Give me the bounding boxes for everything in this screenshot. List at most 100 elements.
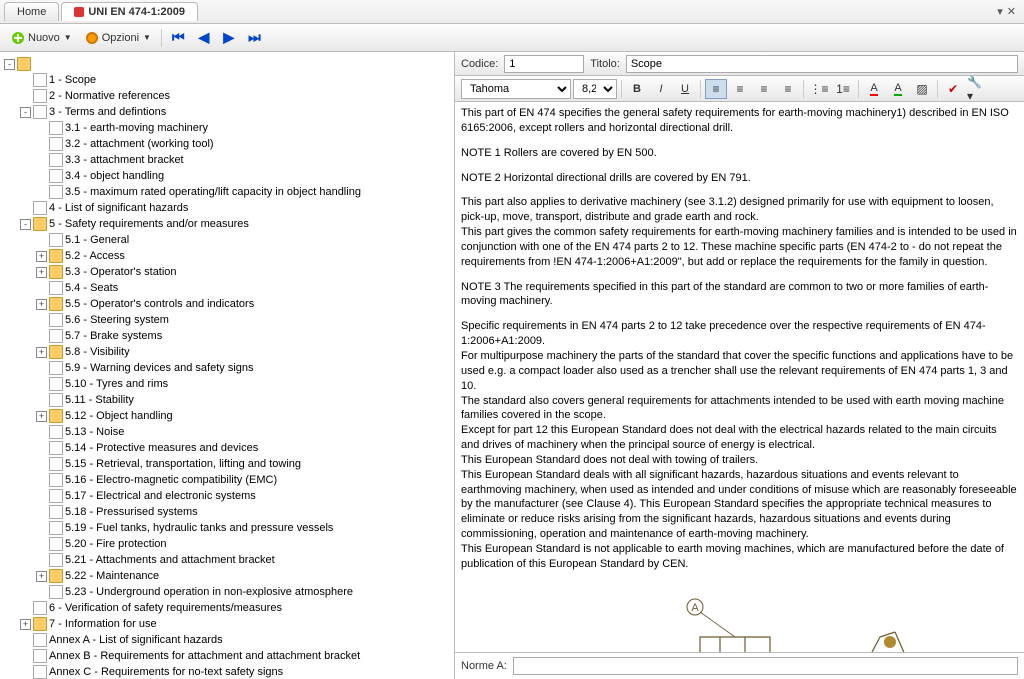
tree-node-label: 5.15 - Retrieval, transportation, liftin… xyxy=(65,458,301,470)
title-input[interactable] xyxy=(626,55,1018,73)
bold-button[interactable]: B xyxy=(626,79,648,99)
tree-node[interactable]: 3.3 - attachment bracket xyxy=(36,152,454,168)
page-icon xyxy=(49,185,63,199)
tree-node[interactable]: +5.12 - Object handling xyxy=(36,408,454,424)
code-input[interactable] xyxy=(504,55,584,73)
nav-last-button[interactable]: ⏭ xyxy=(242,26,267,49)
tree-node[interactable]: 5.14 - Protective measures and devices xyxy=(36,440,454,456)
folder-icon xyxy=(49,409,63,423)
nav-next-button[interactable]: ▶ xyxy=(217,26,240,49)
page-icon xyxy=(49,473,63,487)
bullets-button[interactable]: ⋮≡ xyxy=(808,79,830,99)
close-icon[interactable]: ✕ xyxy=(1007,5,1016,18)
tree-node-label: 5.14 - Protective measures and devices xyxy=(65,442,258,454)
tree-node[interactable]: 5.17 - Electrical and electronic systems xyxy=(36,488,454,504)
tree-node[interactable]: 3.1 - earth-moving machinery xyxy=(36,120,454,136)
tree-panel[interactable]: -1 - Scope2 - Normative references-3 - T… xyxy=(0,52,455,679)
underline-button[interactable]: U xyxy=(674,79,696,99)
expand-icon[interactable]: + xyxy=(36,299,47,310)
tree-node[interactable]: 5.23 - Underground operation in non-expl… xyxy=(36,584,454,600)
highlight-button[interactable]: A xyxy=(887,79,909,99)
align-center-button[interactable]: ≡ xyxy=(729,79,751,99)
tree-node[interactable]: 5.20 - Fire protection xyxy=(36,536,454,552)
nav-prev-button[interactable]: ◀ xyxy=(193,26,216,49)
tree-node[interactable]: +5.3 - Operator's station xyxy=(36,264,454,280)
detail-panel: Codice: Titolo: Tahoma 8,25 B I U ≡ ≡ ≡ … xyxy=(455,52,1024,679)
font-color-button[interactable]: A xyxy=(863,79,885,99)
tree-node[interactable]: 5.21 - Attachments and attachment bracke… xyxy=(36,552,454,568)
tree-node[interactable]: 5.16 - Electro-magnetic compatibility (E… xyxy=(36,472,454,488)
tree-node[interactable]: 5.9 - Warning devices and safety signs xyxy=(36,360,454,376)
content-p6: Specific requirements in EN 474 parts 2 … xyxy=(461,319,1018,571)
tree-node[interactable]: +5.5 - Operator's controls and indicator… xyxy=(36,296,454,312)
tree-node-label: 5.1 - General xyxy=(65,234,129,246)
tree-node[interactable]: 5.18 - Pressurised systems xyxy=(36,504,454,520)
font-select[interactable]: Tahoma xyxy=(461,79,571,99)
tree-node[interactable]: 3.5 - maximum rated operating/lift capac… xyxy=(36,184,454,200)
size-select[interactable]: 8,25 xyxy=(573,79,617,99)
expand-icon[interactable]: + xyxy=(36,251,47,262)
tree-spacer xyxy=(36,315,47,326)
more-button[interactable]: 🔧▾ xyxy=(966,79,988,99)
tree-node[interactable]: 2 - Normative references xyxy=(20,88,454,104)
tree-node[interactable]: 3.2 - attachment (working tool) xyxy=(36,136,454,152)
tree-node[interactable]: 4 - List of significant hazards xyxy=(20,200,454,216)
expand-icon[interactable]: + xyxy=(36,347,47,358)
tree-node[interactable]: 5.7 - Brake systems xyxy=(36,328,454,344)
norme-input[interactable] xyxy=(513,657,1018,675)
new-label: Nuovo xyxy=(28,32,60,44)
tree-node[interactable]: +7 - Information for use xyxy=(20,616,454,632)
tree-node[interactable]: +5.22 - Maintenance xyxy=(36,568,454,584)
tree-node[interactable]: 5.13 - Noise xyxy=(36,424,454,440)
tree-node[interactable]: 6 - Verification of safety requirements/… xyxy=(20,600,454,616)
collapse-icon[interactable]: - xyxy=(4,59,15,70)
align-right-button[interactable]: ≡ xyxy=(753,79,775,99)
tab-home[interactable]: Home xyxy=(4,2,59,21)
tree-node[interactable]: 5.6 - Steering system xyxy=(36,312,454,328)
machine-figure: A B C D E F xyxy=(500,582,980,652)
italic-button[interactable]: I xyxy=(650,79,672,99)
tree-node[interactable]: 5.15 - Retrieval, transportation, liftin… xyxy=(36,456,454,472)
tree-node[interactable]: Annex A - List of significant hazards xyxy=(20,632,454,648)
dropdown-icon[interactable]: ▾ xyxy=(997,5,1003,18)
tree-node-label: Annex B - Requirements for attachment an… xyxy=(49,650,360,662)
tree-spacer xyxy=(36,171,47,182)
tree-node[interactable]: 5.11 - Stability xyxy=(36,392,454,408)
tree-node-label: 4 - List of significant hazards xyxy=(49,202,188,214)
tree-node[interactable]: Annex B - Requirements for attachment an… xyxy=(20,648,454,664)
tab-active[interactable]: UNI EN 474-1:2009 xyxy=(61,2,198,21)
tree-node[interactable]: - xyxy=(4,56,454,72)
code-label: Codice: xyxy=(461,58,498,70)
nav-first-button[interactable]: ⏮ xyxy=(166,26,191,49)
tree-node[interactable]: Annex C - Requirements for no-text safet… xyxy=(20,664,454,679)
content-p3: NOTE 2 Horizontal directional drills are… xyxy=(461,171,1018,186)
expand-icon[interactable]: + xyxy=(36,411,47,422)
options-button[interactable]: Opzioni▼ xyxy=(80,29,157,47)
collapse-icon[interactable]: - xyxy=(20,219,31,230)
collapse-icon[interactable]: - xyxy=(20,107,31,118)
tree-node[interactable]: 5.19 - Fuel tanks, hydraulic tanks and p… xyxy=(36,520,454,536)
tree-node[interactable]: +5.2 - Access xyxy=(36,248,454,264)
page-icon xyxy=(33,201,47,215)
tree-node-label: 3 - Terms and defintions xyxy=(49,106,166,118)
title-label: Titolo: xyxy=(590,58,620,70)
tree-node[interactable]: +5.8 - Visibility xyxy=(36,344,454,360)
expand-icon[interactable]: + xyxy=(36,571,47,582)
tree-node[interactable]: 5.4 - Seats xyxy=(36,280,454,296)
tree-node[interactable]: -5 - Safety requirements and/or measures xyxy=(20,216,454,232)
tree-node[interactable]: 5.10 - Tyres and rims xyxy=(36,376,454,392)
tree-node[interactable]: 3.4 - object handling xyxy=(36,168,454,184)
align-justify-button[interactable]: ≡ xyxy=(777,79,799,99)
numbering-button[interactable]: 1≡ xyxy=(832,79,854,99)
align-left-button[interactable]: ≡ xyxy=(705,79,727,99)
tree-node[interactable]: 5.1 - General xyxy=(36,232,454,248)
background-button[interactable]: ▨ xyxy=(911,79,933,99)
content-area[interactable]: This part of EN 474 specifies the genera… xyxy=(455,102,1024,652)
page-icon xyxy=(49,521,63,535)
tree-node[interactable]: - 3 - Terms and defintions xyxy=(20,104,454,120)
expand-icon[interactable]: + xyxy=(36,267,47,278)
tree-node[interactable]: 1 - Scope xyxy=(20,72,454,88)
new-button[interactable]: Nuovo▼ xyxy=(6,29,78,47)
spellcheck-button[interactable]: ✔ xyxy=(942,79,964,99)
expand-icon[interactable]: + xyxy=(20,619,31,630)
